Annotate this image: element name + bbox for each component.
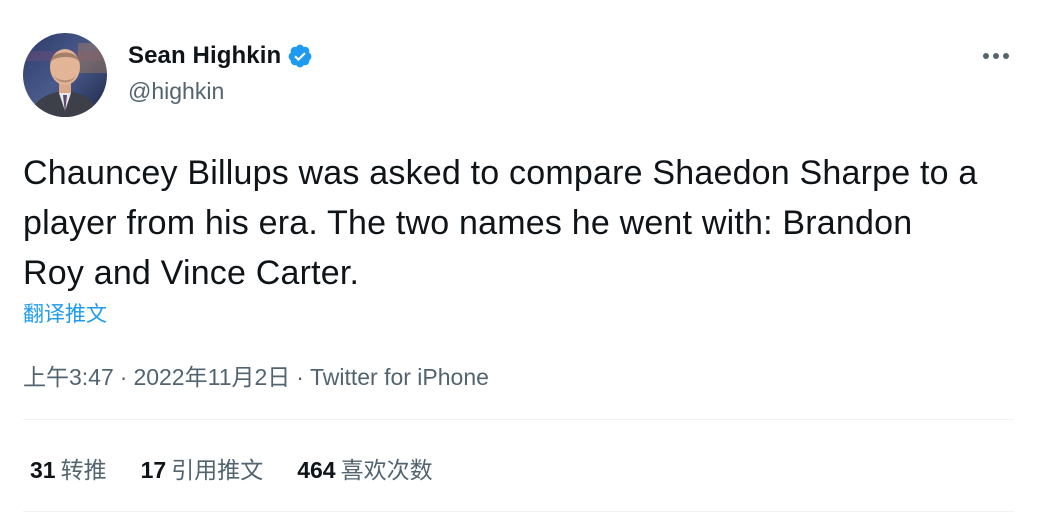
translate-tweet-link[interactable]: 翻译推文 bbox=[23, 298, 107, 328]
verified-badge-icon bbox=[287, 43, 313, 69]
retweets-stat[interactable]: 31 转推 bbox=[30, 451, 107, 485]
tweet-card: Sean Highkin @highkin Chauncey Billups w… bbox=[0, 0, 1039, 515]
more-options-button[interactable] bbox=[976, 38, 1016, 74]
quote-tweets-count: 17 bbox=[140, 457, 167, 483]
tweet-source[interactable]: Twitter for iPhone bbox=[310, 364, 489, 390]
likes-label: 喜欢次数 bbox=[340, 457, 433, 483]
tweet-metadata: 上午3:47 · 2022年11月2日 · Twitter for iPhone bbox=[23, 358, 489, 392]
more-horizontal-icon bbox=[983, 53, 1009, 59]
divider bbox=[23, 419, 1014, 420]
meta-separator: · bbox=[119, 364, 128, 390]
author-display-name[interactable]: Sean Highkin bbox=[128, 42, 281, 70]
divider bbox=[23, 511, 1014, 512]
tweet-time[interactable]: 上午3:47 bbox=[23, 364, 114, 390]
tweet-date[interactable]: 2022年11月2日 bbox=[133, 364, 290, 390]
profile-photo bbox=[23, 33, 107, 117]
quote-tweets-stat[interactable]: 17 引用推文 bbox=[141, 451, 264, 485]
likes-stat[interactable]: 464 喜欢次数 bbox=[297, 451, 432, 485]
author-handle[interactable]: @highkin bbox=[128, 78, 224, 105]
quote-tweets-label: 引用推文 bbox=[171, 457, 264, 483]
retweets-label: 转推 bbox=[60, 457, 107, 483]
avatar[interactable] bbox=[23, 33, 107, 117]
likes-count: 464 bbox=[297, 457, 336, 483]
author-name-row: Sean Highkin bbox=[128, 40, 313, 72]
tweet-text: Chauncey Billups was asked to compare Sh… bbox=[23, 154, 978, 292]
meta-separator: · bbox=[296, 364, 304, 390]
engagement-stats: 31 转推 17 引用推文 464 喜欢次数 bbox=[30, 451, 467, 485]
retweets-count: 31 bbox=[30, 457, 56, 483]
